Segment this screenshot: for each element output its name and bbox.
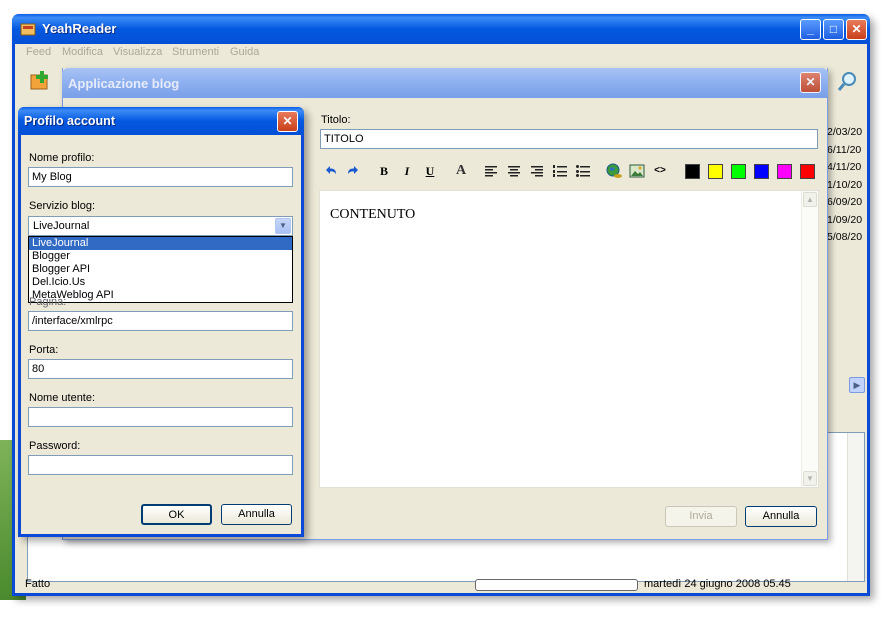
password-label: Password:: [29, 440, 81, 452]
undo-icon[interactable]: [323, 163, 339, 179]
port-label: Porta:: [29, 344, 59, 356]
ok-button[interactable]: OK: [141, 504, 212, 525]
menu-visualizza[interactable]: Visualizza: [113, 46, 162, 58]
page-input[interactable]: /interface/xmlrpc: [28, 311, 293, 331]
feed-date-list: 2/03/20 6/11/20 4/11/20 1/10/20 6/09/20 …: [827, 124, 867, 247]
service-option-livejournal[interactable]: LiveJournal: [29, 237, 292, 250]
port-input[interactable]: 80: [28, 359, 293, 379]
app-icon: [20, 23, 36, 36]
color-swatch-green[interactable]: [731, 164, 746, 179]
numbered-list-icon[interactable]: [552, 163, 568, 179]
main-title-bar[interactable]: YeahReader _ □ ✕: [12, 14, 870, 44]
username-input[interactable]: [28, 407, 293, 427]
insert-link-icon[interactable]: [606, 163, 622, 179]
service-option-metaweblog-api[interactable]: MetaWeblog API: [29, 289, 292, 302]
status-bar: Fatto martedì 24 giugno 2008 05.45: [15, 574, 867, 596]
service-option-blogger[interactable]: Blogger: [29, 250, 292, 263]
chevron-down-icon[interactable]: ▼: [275, 218, 291, 234]
blog-window-title: Applicazione blog: [68, 76, 180, 91]
add-feed-icon[interactable]: [29, 70, 51, 92]
menu-guida[interactable]: Guida: [230, 46, 259, 58]
html-source-button[interactable]: <>: [652, 163, 668, 179]
close-button[interactable]: ✕: [846, 19, 867, 40]
password-input[interactable]: [28, 455, 293, 475]
preview-scrollbar[interactable]: [847, 433, 864, 581]
bullet-list-icon[interactable]: [575, 163, 591, 179]
menu-feed[interactable]: Feed: [26, 46, 51, 58]
color-swatch-red[interactable]: [800, 164, 815, 179]
send-button[interactable]: Invia: [665, 506, 737, 527]
progress-bar: [475, 579, 638, 591]
service-option-blogger-api[interactable]: Blogger API: [29, 263, 292, 276]
minimize-button[interactable]: _: [800, 19, 821, 40]
profile-cancel-button[interactable]: Annulla: [221, 504, 292, 525]
username-label: Nome utente:: [29, 392, 96, 404]
font-button[interactable]: A: [453, 163, 469, 179]
title-input[interactable]: TITOLO: [320, 129, 818, 149]
align-right-icon[interactable]: [529, 163, 545, 179]
editor-toolbar: B I U A <>: [319, 160, 819, 182]
title-label: Titolo:: [321, 114, 351, 126]
insert-image-icon[interactable]: [629, 163, 645, 179]
color-swatch-magenta[interactable]: [777, 164, 792, 179]
scroll-up-icon[interactable]: ▲: [803, 192, 817, 207]
list-item[interactable]: 1/09/20: [827, 212, 867, 230]
blog-close-button[interactable]: ✕: [800, 72, 821, 93]
list-item[interactable]: 5/08/20: [827, 229, 867, 247]
profile-name-input[interactable]: My Blog: [28, 167, 293, 187]
content-editor[interactable]: CONTENUTO ▲ ▼: [319, 190, 819, 488]
status-text: Fatto: [25, 578, 51, 590]
underline-button[interactable]: U: [422, 163, 438, 179]
profile-name-label: Nome profilo:: [29, 152, 95, 164]
profile-dialog-title: Profilo account: [24, 114, 115, 128]
color-swatch-blue[interactable]: [754, 164, 769, 179]
menu-bar: Feed Modifica Visualizza Strumenti Guida: [15, 44, 867, 62]
bold-button[interactable]: B: [376, 163, 392, 179]
color-swatch-yellow[interactable]: [708, 164, 723, 179]
status-date: martedì 24 giugno 2008 05.45: [644, 578, 791, 590]
editor-scrollbar[interactable]: ▲ ▼: [801, 191, 818, 487]
redo-icon[interactable]: [345, 163, 361, 179]
service-dropdown: LiveJournal Blogger Blogger API Del.Icio…: [28, 236, 293, 303]
search-icon[interactable]: [837, 70, 859, 92]
maximize-button[interactable]: □: [823, 19, 844, 40]
service-option-delicious[interactable]: Del.Icio.Us: [29, 276, 292, 289]
blog-title-bar[interactable]: Applicazione blog ✕: [62, 68, 828, 98]
profile-dialog: Profilo account ✕ Nome profilo: My Blog …: [18, 107, 304, 537]
service-selected-value: LiveJournal: [33, 220, 90, 232]
service-label: Servizio blog:: [29, 200, 96, 212]
profile-close-button[interactable]: ✕: [277, 111, 298, 132]
scroll-down-icon[interactable]: ▼: [803, 471, 817, 486]
menu-modifica[interactable]: Modifica: [62, 46, 103, 58]
list-item[interactable]: 1/10/20: [827, 177, 867, 195]
profile-title-bar[interactable]: Profilo account ✕: [18, 107, 304, 135]
list-item[interactable]: 6/11/20: [827, 142, 867, 160]
menu-strumenti[interactable]: Strumenti: [172, 46, 219, 58]
scroll-right-button[interactable]: ▶: [849, 377, 865, 393]
service-select[interactable]: LiveJournal ▼: [28, 216, 293, 236]
page-label: Pagina:: [29, 296, 67, 308]
color-swatch-black[interactable]: [685, 164, 700, 179]
list-item[interactable]: 2/03/20: [827, 124, 867, 142]
content-text: CONTENUTO: [330, 207, 416, 222]
align-center-icon[interactable]: [506, 163, 522, 179]
list-item[interactable]: 6/09/20: [827, 194, 867, 212]
main-window-title: YeahReader: [42, 21, 117, 36]
list-item[interactable]: 4/11/20: [827, 159, 867, 177]
blog-cancel-button[interactable]: Annulla: [745, 506, 817, 527]
align-left-icon[interactable]: [483, 163, 499, 179]
italic-button[interactable]: I: [399, 163, 415, 179]
